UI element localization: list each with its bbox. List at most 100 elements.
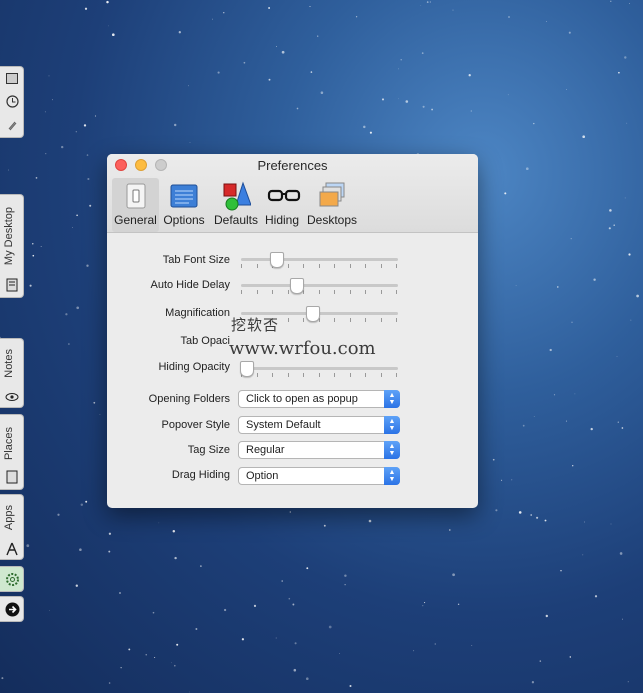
star: [61, 145, 64, 149]
window-titlebar: Preferences General Options Defaults Hid…: [107, 154, 478, 233]
star: [29, 284, 32, 287]
tab-font-size-slider[interactable]: [241, 252, 398, 269]
star: [584, 521, 586, 523]
apps-compass-icon: [4, 541, 20, 557]
popover-style-popup[interactable]: System Default ▲ ▼: [238, 416, 400, 434]
slider-tick: [303, 318, 304, 322]
star: [501, 479, 503, 481]
star: [560, 569, 562, 572]
opening-folders-popup[interactable]: Click to open as popup ▲ ▼: [238, 390, 400, 408]
star: [511, 479, 513, 481]
auto-hide-delay-slider[interactable]: [241, 278, 398, 295]
star: [32, 243, 34, 245]
star: [84, 7, 88, 10]
watermark-chinese: 挖软否: [231, 316, 280, 334]
star: [339, 653, 340, 654]
star: [400, 59, 402, 61]
drive-icon[interactable]: [4, 70, 20, 86]
slider-thumb[interactable]: [269, 252, 284, 268]
dock-tab-places[interactable]: Places: [0, 414, 24, 490]
dock-tab-apps[interactable]: Apps: [0, 494, 24, 560]
star: [624, 197, 626, 199]
slider-thumb[interactable]: [239, 361, 254, 377]
chevron-updown-icon: ▲ ▼: [384, 416, 400, 434]
toolbar-defaults[interactable]: Defaults: [210, 178, 262, 232]
star: [145, 654, 147, 656]
toolbar-hiding[interactable]: Hiding: [261, 178, 303, 232]
dock-arrow-tab[interactable]: [0, 596, 24, 622]
clock-icon[interactable]: [4, 93, 20, 109]
toolbar-label: Options: [163, 213, 205, 227]
hiding-opacity-slider[interactable]: [239, 361, 398, 378]
star: [52, 99, 53, 101]
star: [405, 100, 409, 103]
star: [275, 637, 277, 639]
star: [45, 153, 47, 155]
slider-tick: [349, 373, 351, 377]
star: [429, 1, 431, 3]
star: [49, 610, 50, 611]
star: [630, 319, 632, 321]
star: [253, 604, 257, 608]
toolbar-desktops[interactable]: Desktops: [305, 178, 359, 232]
star: [636, 294, 639, 298]
slider-tick: [272, 290, 273, 294]
dock-tab-notes[interactable]: Notes: [0, 338, 24, 408]
star: [75, 584, 78, 587]
slider-thumb[interactable]: [305, 306, 320, 322]
star: [323, 524, 326, 527]
star: [610, 0, 612, 2]
dock-tab-my-desktop[interactable]: My Desktop: [0, 194, 24, 298]
slider-tick: [318, 290, 320, 294]
star: [363, 125, 366, 129]
star: [268, 7, 271, 9]
slider-thumb[interactable]: [289, 278, 304, 294]
popup-value: Option: [246, 470, 279, 482]
star: [281, 580, 284, 582]
star: [565, 89, 567, 91]
slider-tick: [318, 373, 320, 377]
star: [452, 573, 455, 577]
star: [317, 35, 319, 37]
slider-track: [241, 258, 398, 261]
star: [568, 31, 571, 34]
toolbar-label: Hiding: [264, 213, 300, 227]
window-title: Preferences: [257, 158, 328, 173]
tab-opacity-label: Tab Opaci: [180, 335, 230, 347]
slider-tick: [334, 373, 335, 377]
star: [108, 550, 111, 553]
slider-tick: [380, 373, 382, 377]
paperclip-icon[interactable]: [4, 117, 20, 133]
star: [94, 115, 97, 117]
star: [549, 348, 552, 352]
star: [223, 608, 227, 612]
drag-hiding-label: Drag Hiding: [171, 469, 230, 481]
star: [355, 16, 358, 18]
star: [188, 691, 190, 693]
star: [621, 427, 624, 429]
star: [108, 682, 111, 684]
dock-settings-tab[interactable]: [0, 566, 24, 592]
toolbar-options[interactable]: Options: [161, 178, 207, 232]
star: [398, 68, 399, 70]
slider-tick: [241, 290, 242, 294]
star: [72, 226, 73, 228]
slider-tick: [334, 318, 335, 322]
star: [413, 650, 415, 652]
star: [80, 503, 84, 507]
star: [470, 110, 472, 112]
star: [76, 214, 78, 217]
slider-tick: [287, 318, 289, 322]
star: [44, 111, 46, 113]
star: [212, 18, 213, 20]
toolbar-general[interactable]: General: [112, 178, 159, 232]
star: [241, 638, 245, 641]
dock-tab-label: My Desktop: [3, 207, 15, 266]
star: [553, 394, 556, 396]
star: [471, 645, 473, 647]
tag-size-popup[interactable]: Regular ▲ ▼: [238, 441, 400, 459]
drag-hiding-popup[interactable]: Option ▲ ▼: [238, 467, 400, 485]
preferences-window: Preferences General Options Defaults Hid…: [107, 154, 478, 508]
star: [570, 238, 572, 240]
shapes-icon: [221, 181, 252, 211]
